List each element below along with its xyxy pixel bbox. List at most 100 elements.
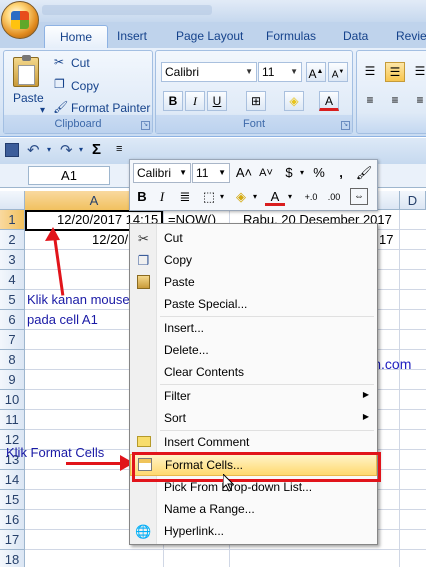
- menu-item-paste-special[interactable]: Paste Special...: [130, 294, 377, 316]
- menu-item-insert-comment[interactable]: Insert Comment: [130, 432, 377, 454]
- tab-page-layout[interactable]: Page Layout: [176, 25, 243, 48]
- menu-item-label: Copy: [164, 253, 193, 267]
- menu-item-label: Clear Contents: [164, 365, 245, 379]
- autosum-icon[interactable]: Σ: [92, 141, 101, 158]
- mini-bold-button[interactable]: B: [133, 187, 151, 207]
- row-header-18[interactable]: 18: [0, 550, 25, 567]
- font-family-select[interactable]: Calibri ▼: [161, 62, 257, 82]
- mini-size-select[interactable]: 11 ▼: [192, 163, 230, 183]
- merge-center-icon[interactable]: ⇔: [350, 188, 368, 205]
- tab-data[interactable]: Data: [343, 25, 368, 48]
- row-header-14[interactable]: 14: [0, 470, 25, 490]
- grow-font-button[interactable]: A▲: [306, 62, 326, 82]
- row-header-1[interactable]: 1: [0, 210, 25, 230]
- font-color-icon[interactable]: A: [319, 91, 339, 111]
- menu-item-hyperlink[interactable]: 🌐 Hyperlink...: [130, 521, 377, 543]
- clipboard-group-label: Clipboard: [4, 115, 152, 133]
- chevron-down-icon[interactable]: ▾: [251, 187, 259, 207]
- menu-item-label: Pick From Drop-down List...: [164, 480, 313, 494]
- cut-button[interactable]: Cut: [71, 56, 90, 70]
- menu-item-insert[interactable]: Insert...: [130, 318, 377, 340]
- menu-item-delete[interactable]: Delete...: [130, 340, 377, 362]
- customize-toolbar-icon[interactable]: ≡: [116, 143, 122, 155]
- bold-button[interactable]: B: [163, 91, 183, 111]
- menu-separator: [160, 384, 374, 385]
- align-right-icon[interactable]: ≡: [410, 91, 426, 111]
- redo-icon[interactable]: ↷: [60, 141, 73, 159]
- italic-button[interactable]: I: [185, 91, 205, 111]
- paste-button[interactable]: Paste: [13, 91, 44, 105]
- mini-italic-button[interactable]: I: [153, 187, 171, 207]
- tab-formulas[interactable]: Formulas: [266, 25, 316, 48]
- column-header-d[interactable]: D: [400, 191, 426, 210]
- chevron-down-icon[interactable]: ▾: [298, 163, 306, 183]
- mini-grow-font-button[interactable]: A˄: [234, 163, 254, 183]
- format-painter-button[interactable]: Format Painter: [71, 101, 150, 115]
- mini-percent-button[interactable]: %: [310, 163, 328, 183]
- menu-item-name-a-range[interactable]: Name a Range...: [130, 499, 377, 521]
- tab-review[interactable]: Review: [396, 25, 426, 48]
- ribbon-tabs: Home Insert Page Layout Formulas Data Re…: [0, 22, 426, 48]
- align-middle-icon[interactable]: ☰: [385, 62, 405, 82]
- menu-item-paste[interactable]: Paste: [130, 272, 377, 294]
- chevron-down-icon[interactable]: ▾: [218, 187, 226, 207]
- row-header-5[interactable]: 5: [0, 290, 25, 310]
- row-header-4[interactable]: 4: [0, 270, 25, 290]
- name-box[interactable]: A1: [28, 166, 110, 185]
- tab-home[interactable]: Home: [44, 25, 109, 48]
- mini-borders-icon[interactable]: ⬚: [200, 187, 218, 207]
- mini-comma-button[interactable]: ,: [332, 163, 350, 183]
- row-header-8[interactable]: 8: [0, 350, 25, 370]
- row-header-15[interactable]: 15: [0, 490, 25, 510]
- copy-icon: ❐: [137, 253, 150, 268]
- row-header-3[interactable]: 3: [0, 250, 25, 270]
- font-launcher-icon[interactable]: ↘: [341, 121, 350, 130]
- align-left-icon[interactable]: ≡: [360, 91, 380, 111]
- mini-format-painter-icon[interactable]: 🖌: [354, 163, 374, 183]
- menu-item-cut[interactable]: ✂ Cut: [130, 228, 377, 250]
- mini-currency-button[interactable]: $: [280, 163, 298, 183]
- redo-dropdown-icon[interactable]: ▾: [79, 145, 83, 154]
- mini-font-select[interactable]: Calibri ▼: [133, 163, 191, 183]
- menu-item-copy[interactable]: ❐ Copy: [130, 250, 377, 272]
- row-header-17[interactable]: 17: [0, 530, 25, 550]
- tab-insert[interactable]: Insert: [117, 25, 147, 48]
- row-header-11[interactable]: 11: [0, 410, 25, 430]
- row-header-10[interactable]: 10: [0, 390, 25, 410]
- save-icon[interactable]: [5, 143, 19, 157]
- shrink-font-button[interactable]: A▼: [328, 62, 348, 82]
- row-header-16[interactable]: 16: [0, 510, 25, 530]
- increase-decimal-icon[interactable]: +.0: [300, 187, 322, 207]
- row-header-6[interactable]: 6: [0, 310, 25, 330]
- title-text-blurred: [42, 5, 212, 15]
- align-center-icon[interactable]: ≡: [385, 91, 405, 111]
- menu-item-filter[interactable]: Filter ▶: [130, 386, 377, 408]
- mini-fill-color-icon[interactable]: ◈: [231, 187, 251, 207]
- underline-button[interactable]: U: [207, 91, 227, 111]
- menu-item-label: Insert Comment: [164, 435, 250, 449]
- mini-shrink-font-button[interactable]: A˅: [256, 163, 276, 183]
- align-top-icon[interactable]: ☰: [360, 62, 380, 82]
- menu-item-sort[interactable]: Sort ▶: [130, 408, 377, 430]
- row-header-9[interactable]: 9: [0, 370, 25, 390]
- decrease-decimal-icon[interactable]: .00: [323, 187, 345, 207]
- align-bottom-icon[interactable]: ☰: [410, 62, 426, 82]
- select-all-corner[interactable]: [0, 191, 25, 210]
- menu-item-label: Filter: [164, 389, 191, 403]
- copy-button[interactable]: Copy: [71, 79, 99, 93]
- font-size-select[interactable]: 11 ▼: [258, 62, 302, 82]
- mini-font-color-icon[interactable]: A: [265, 187, 285, 206]
- menu-item-label: Paste: [164, 275, 195, 289]
- fill-color-icon[interactable]: ◈: [284, 91, 304, 111]
- paste-icon: [13, 55, 39, 87]
- borders-icon[interactable]: ⊞: [246, 91, 266, 111]
- undo-icon[interactable]: ↶: [27, 141, 40, 159]
- undo-dropdown-icon[interactable]: ▾: [47, 145, 51, 154]
- menu-item-clear-contents[interactable]: Clear Contents: [130, 362, 377, 384]
- row-header-2[interactable]: 2: [0, 230, 25, 250]
- mini-center-icon[interactable]: ≣: [175, 187, 195, 207]
- chevron-down-icon[interactable]: ▾: [286, 187, 294, 207]
- row-header-7[interactable]: 7: [0, 330, 25, 350]
- office-button[interactable]: [1, 1, 39, 39]
- clipboard-launcher-icon[interactable]: ↘: [141, 121, 150, 130]
